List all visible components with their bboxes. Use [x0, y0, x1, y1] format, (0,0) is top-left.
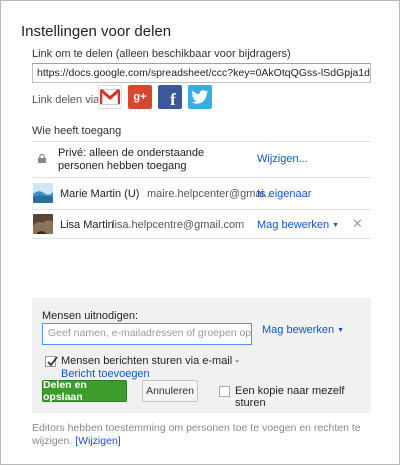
- notify-text: Mensen berichten sturen via e-mail -: [61, 355, 239, 367]
- access-heading: Wie heeft toegang: [32, 125, 122, 137]
- facebook-icon: f: [170, 90, 176, 109]
- avatar: [33, 183, 53, 203]
- divider: [32, 141, 371, 142]
- divider: [32, 177, 371, 178]
- googleplus-share-button[interactable]: g+: [128, 85, 152, 109]
- divider: [32, 238, 371, 239]
- share-link-field[interactable]: https://docs.google.com/spreadsheet/ccc?…: [32, 63, 371, 83]
- person-row: Lisa Martin lisa.helpcentre@gmail.com Ma…: [32, 214, 371, 238]
- visibility-text: Privé: alleen de onderstaande personen h…: [58, 147, 205, 172]
- person-email: lisa.helpcentre@gmail.com: [112, 219, 245, 231]
- notify-checkbox[interactable]: [45, 356, 58, 367]
- twitter-icon: [191, 89, 209, 104]
- change-visibility-link[interactable]: Wijzigen...: [257, 153, 308, 165]
- invite-input[interactable]: Geef namen, e-mailadressen of groepen op…: [42, 323, 252, 345]
- share-via-label: Link delen via:: [32, 94, 103, 106]
- permission-label: Mag bewerken: [257, 219, 330, 231]
- caret-down-icon: ▼: [332, 222, 340, 229]
- divider: [32, 209, 371, 210]
- change-editor-rights-link[interactable]: [Wijzigen]: [75, 435, 121, 447]
- person-name: Lisa Martin: [60, 219, 114, 231]
- footer-note: Editors hebben toestemming om personen t…: [32, 422, 377, 448]
- notify-label: Mensen berichten sturen via e-mail - Ber…: [61, 355, 241, 381]
- googleplus-icon: g+: [133, 91, 147, 103]
- send-copy-label: Een kopie naar mezelf sturen: [235, 385, 345, 409]
- invite-label: Mensen uitnodigen:: [42, 310, 139, 322]
- gmail-share-button[interactable]: [98, 85, 122, 109]
- person-permission-dropdown[interactable]: Mag bewerken ▼: [257, 219, 339, 231]
- person-row: Marie Martin (U) maire.helpcenter@gmai..…: [32, 182, 371, 206]
- sharing-settings-dialog: Instellingen voor delen Link om te delen…: [0, 0, 400, 465]
- gmail-icon: [100, 89, 120, 105]
- remove-person-icon[interactable]: ✕: [352, 216, 363, 232]
- caret-down-icon: ▼: [337, 327, 345, 334]
- cancel-button[interactable]: Annuleren: [142, 380, 198, 402]
- share-link-label: Link om te delen (alleen beschikbaar voo…: [32, 48, 291, 60]
- send-copy-checkbox[interactable]: [219, 386, 230, 397]
- person-email: maire.helpcenter@gmai...: [147, 188, 274, 200]
- visibility-row: Privé: alleen de onderstaande personen h…: [32, 147, 371, 173]
- lock-icon: [38, 154, 46, 163]
- dialog-title: Instellingen voor delen: [21, 23, 172, 40]
- facebook-share-button[interactable]: f: [158, 85, 182, 109]
- invite-permission-label: Mag bewerken: [262, 324, 335, 336]
- invite-panel: Mensen uitnodigen: Geef namen, e-mailadr…: [32, 298, 371, 413]
- invite-permission-dropdown[interactable]: Mag bewerken ▼: [262, 324, 344, 336]
- share-and-save-button[interactable]: Delen en opslaan: [42, 379, 127, 403]
- avatar: [33, 214, 53, 234]
- checkmark-icon: [47, 356, 58, 367]
- person-role: Is eigenaar: [257, 188, 312, 200]
- person-name: Marie Martin (U): [60, 188, 140, 200]
- twitter-share-button[interactable]: [188, 85, 212, 109]
